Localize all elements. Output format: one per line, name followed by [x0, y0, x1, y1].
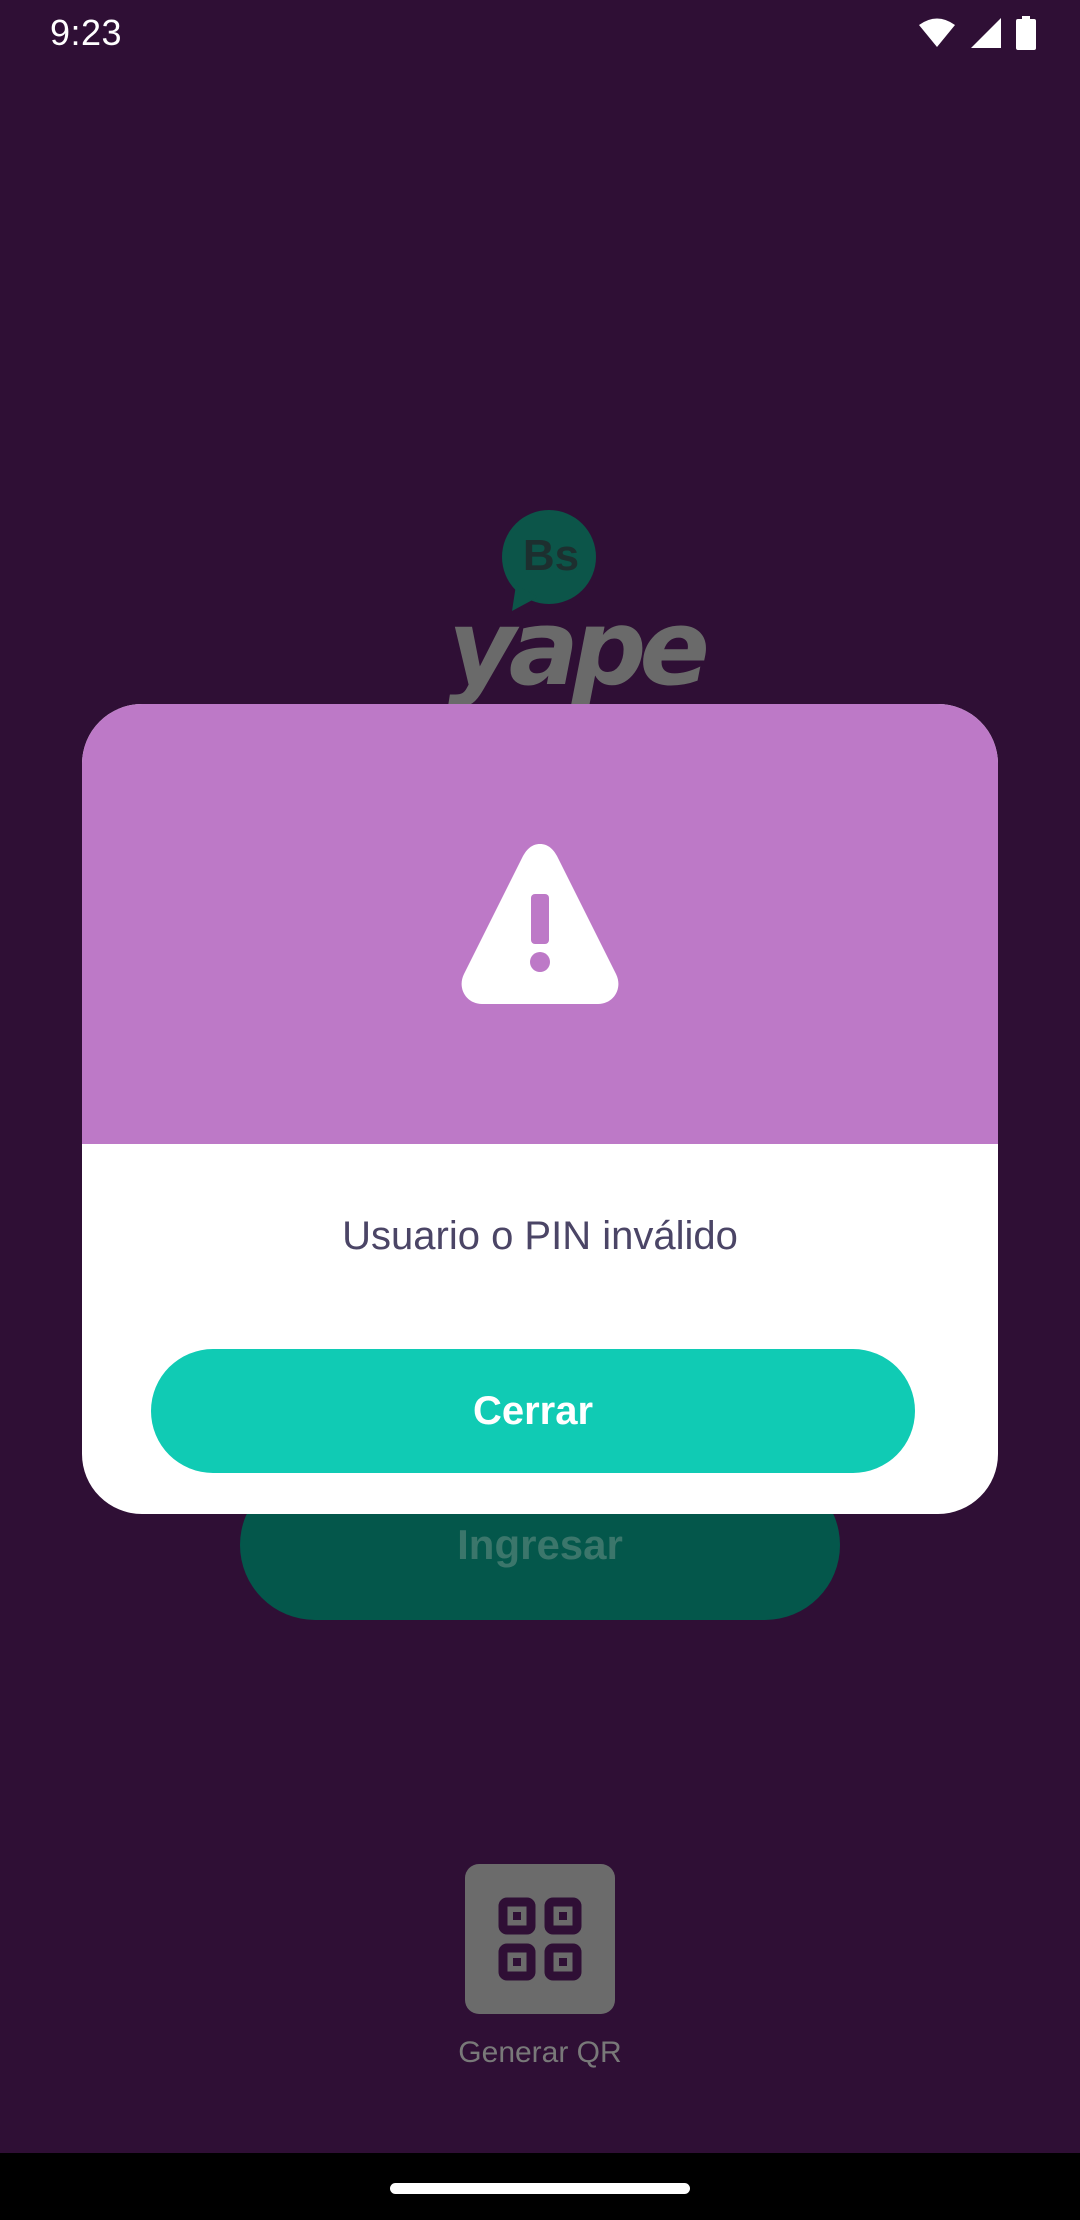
yape-logo: Bs yape [440, 505, 710, 720]
dialog-message: Usuario o PIN inválido [342, 1214, 738, 1258]
screen: 9:23 Bs yape Ingresar Generar QR Usuario… [0, 0, 1080, 2220]
logo-wordmark: yape [448, 587, 710, 709]
status-time: 9:23 [50, 12, 123, 53]
warning-icon [461, 844, 619, 1004]
close-button[interactable]: Cerrar [151, 1349, 915, 1473]
status-bar: 9:23 [0, 0, 1080, 66]
generate-qr-label: Generar QR [458, 2036, 622, 2069]
cell-signal-icon [971, 18, 1001, 48]
status-icons [918, 16, 1036, 50]
error-dialog: Usuario o PIN inválido Cerrar [82, 704, 998, 1514]
wifi-icon [919, 18, 955, 47]
home-gesture-handle[interactable] [390, 2183, 690, 2194]
dialog-header [82, 704, 998, 1144]
battery-icon [1016, 16, 1036, 50]
generate-qr-button[interactable] [465, 1864, 615, 2014]
navigation-bar [0, 2153, 1080, 2220]
qr-code-icon [498, 1897, 582, 1981]
